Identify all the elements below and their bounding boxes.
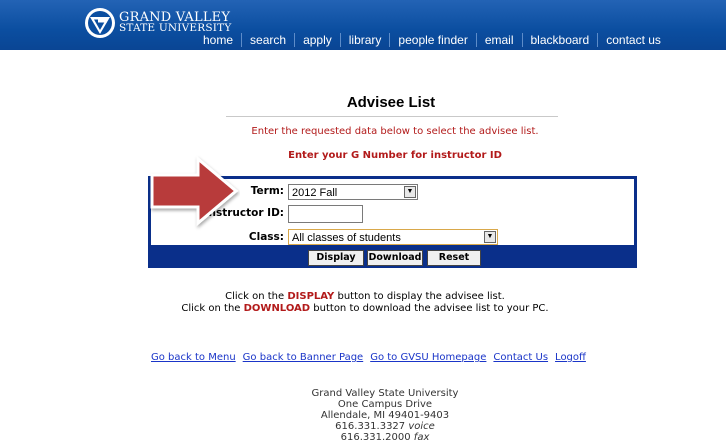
- nav-email[interactable]: email: [475, 33, 522, 47]
- help-text-part: Click on the: [225, 291, 288, 302]
- phone-number: 616.331.3327: [335, 421, 406, 432]
- gvsu-logo-icon: [85, 8, 115, 38]
- link-gvsu-homepage[interactable]: Go to GVSU Homepage: [370, 352, 486, 363]
- fax-number: 616.331.2000: [340, 432, 411, 443]
- address-block: Grand Valley State University One Campus…: [255, 388, 515, 443]
- nav-home[interactable]: home: [195, 33, 241, 47]
- nav-search[interactable]: search: [241, 33, 294, 47]
- term-label: Term:: [250, 185, 284, 197]
- instructor-id-input[interactable]: [288, 205, 363, 223]
- gnumber-note: Enter your G Number for instructor ID: [288, 150, 502, 161]
- logo-text: GRAND VALLEY STATE UNIVERSITY: [119, 11, 231, 34]
- street-address: One Campus Drive: [337, 399, 433, 410]
- top-nav: home search apply library people finder …: [195, 33, 669, 47]
- term-value: 2012 Fall: [292, 187, 338, 199]
- help-text-part: button to display the advisee list.: [334, 291, 505, 302]
- help-download-line: Click on the DOWNLOAD button to download…: [150, 303, 580, 315]
- term-select[interactable]: 2012 Fall ▼: [288, 184, 418, 200]
- download-button[interactable]: Download: [367, 250, 423, 266]
- title-divider: [226, 116, 558, 117]
- fax-type: fax: [413, 432, 430, 443]
- chevron-down-icon[interactable]: ▼: [484, 231, 496, 243]
- nav-people-finder[interactable]: people finder: [389, 33, 475, 47]
- header-bar: GRAND VALLEY STATE UNIVERSITY home searc…: [0, 0, 726, 50]
- footer-links: Go back to Menu Go back to Banner Page Go …: [151, 352, 593, 363]
- help-text-part: Click on the: [181, 303, 244, 314]
- help-text: Click on the DISPLAY button to display t…: [150, 291, 580, 315]
- display-button[interactable]: Display: [308, 250, 364, 266]
- nav-contact-us[interactable]: contact us: [597, 33, 669, 47]
- nav-blackboard[interactable]: blackboard: [521, 33, 598, 47]
- display-keyword: DISPLAY: [287, 291, 335, 302]
- class-label: Class:: [248, 231, 284, 243]
- phone-type: voice: [408, 421, 435, 432]
- instruction-text: Enter the requested data below to select…: [251, 126, 539, 137]
- class-value: All classes of students: [292, 232, 401, 244]
- link-logoff[interactable]: Logoff: [555, 352, 586, 363]
- link-back-to-banner[interactable]: Go back to Banner Page: [243, 352, 364, 363]
- form-buttons: Display Download Reset: [148, 249, 637, 267]
- link-contact-us[interactable]: Contact Us: [493, 352, 548, 363]
- link-back-to-menu[interactable]: Go back to Menu: [151, 352, 236, 363]
- callout-arrow-icon: [150, 155, 239, 227]
- fax-number-line: 616.331.2000 fax: [255, 432, 515, 443]
- voice-phone: 616.331.3327 voice: [255, 421, 515, 432]
- page-title: Advisee List: [346, 94, 436, 111]
- help-text-part: button to download the advisee list to y…: [310, 303, 549, 314]
- nav-library[interactable]: library: [339, 33, 390, 47]
- download-keyword: DOWNLOAD: [243, 303, 311, 314]
- reset-button[interactable]: Reset: [427, 250, 481, 266]
- class-select[interactable]: All classes of students ▼: [288, 229, 498, 245]
- nav-apply[interactable]: apply: [294, 33, 340, 47]
- university-name: Grand Valley State University: [311, 388, 459, 399]
- chevron-down-icon[interactable]: ▼: [404, 186, 416, 198]
- help-display-line: Click on the DISPLAY button to display t…: [150, 291, 580, 303]
- city-state-zip: Allendale, MI 49401-9403: [320, 410, 450, 421]
